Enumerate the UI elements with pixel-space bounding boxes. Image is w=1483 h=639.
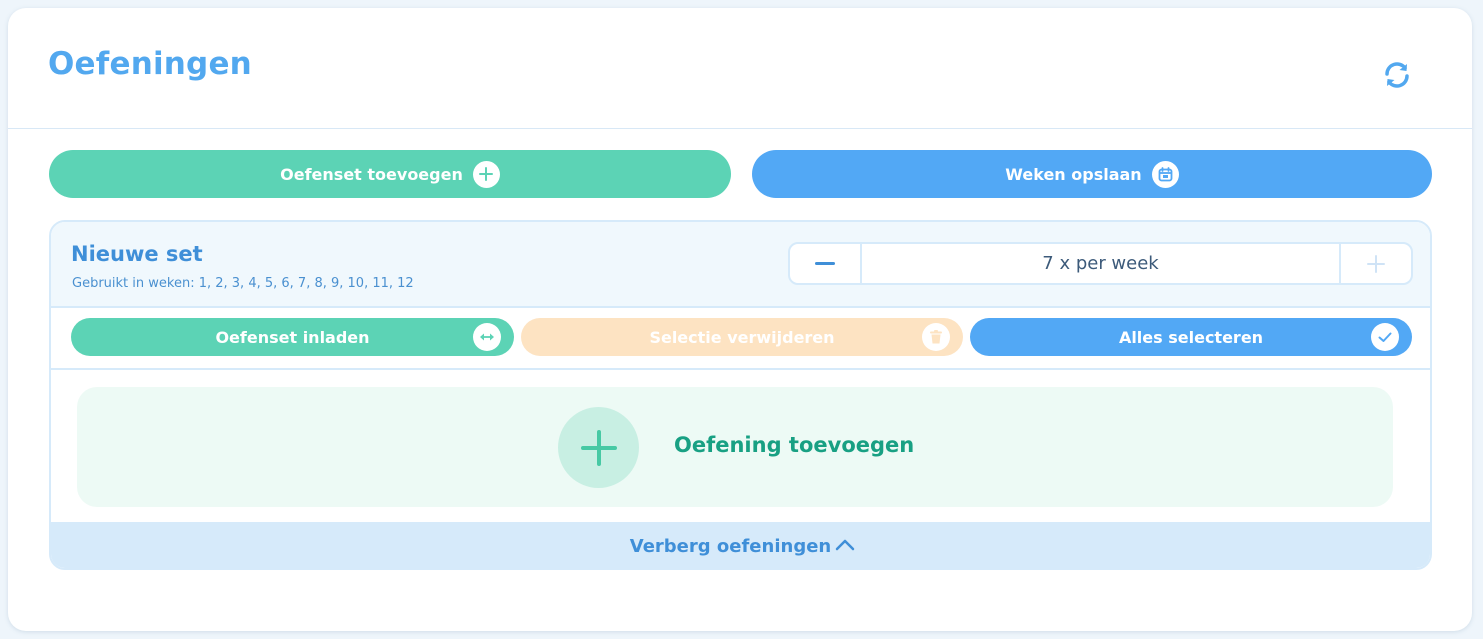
swap-icon <box>473 323 501 351</box>
add-exercise-set-label: Oefenset toevoegen <box>280 164 463 184</box>
set-header: Nieuwe set Gebruikt in weken: 1, 2, 3, 4… <box>51 222 1430 308</box>
add-exercise-button[interactable]: Oefening toevoegen <box>77 387 1393 507</box>
plus-icon <box>558 407 639 488</box>
exercises-card: Oefeningen Oefenset toevoegen Weken opsl… <box>8 8 1472 631</box>
exercise-set-card: Nieuwe set Gebruikt in weken: 1, 2, 3, 4… <box>49 220 1432 570</box>
increase-button[interactable] <box>1339 244 1411 283</box>
card-header: Oefeningen <box>8 8 1472 129</box>
select-all-label: Alles selecteren <box>1118 327 1264 347</box>
save-weeks-button[interactable]: Weken opslaan <box>752 150 1432 198</box>
chevron-up-icon <box>831 536 855 557</box>
plus-circle-icon <box>472 160 500 188</box>
select-all-button[interactable]: Alles selecteren <box>970 318 1412 356</box>
trash-icon <box>922 323 950 351</box>
delete-selection-label: Selectie verwijderen <box>649 327 835 347</box>
frequency-value: 7 x per week <box>1042 253 1159 274</box>
frequency-stepper: 7 x per week <box>788 242 1413 285</box>
load-exercise-set-button[interactable]: Oefenset inladen <box>71 318 514 356</box>
delete-selection-button[interactable]: Selectie verwijderen <box>521 318 963 356</box>
set-title: Nieuwe set <box>71 242 203 266</box>
load-exercise-set-label: Oefenset inladen <box>215 327 370 347</box>
page-title: Oefeningen <box>48 46 252 82</box>
hide-exercises-toggle[interactable]: Verberg oefeningen <box>51 522 1430 568</box>
save-weeks-label: Weken opslaan <box>1005 164 1142 184</box>
calendar-icon <box>1151 160 1179 188</box>
add-exercise-label: Oefening toevoegen <box>674 433 915 457</box>
check-icon <box>1371 323 1399 351</box>
decrease-button[interactable] <box>790 244 862 283</box>
set-actions: Oefenset inladen Selectie verwijderen Al… <box>51 308 1430 370</box>
refresh-icon[interactable] <box>1382 60 1412 90</box>
set-weeks-info: Gebruikt in weken: 1, 2, 3, 4, 5, 6, 7, … <box>72 276 414 291</box>
hide-exercises-label: Verberg oefeningen <box>629 535 832 557</box>
add-exercise-set-button[interactable]: Oefenset toevoegen <box>49 150 731 198</box>
